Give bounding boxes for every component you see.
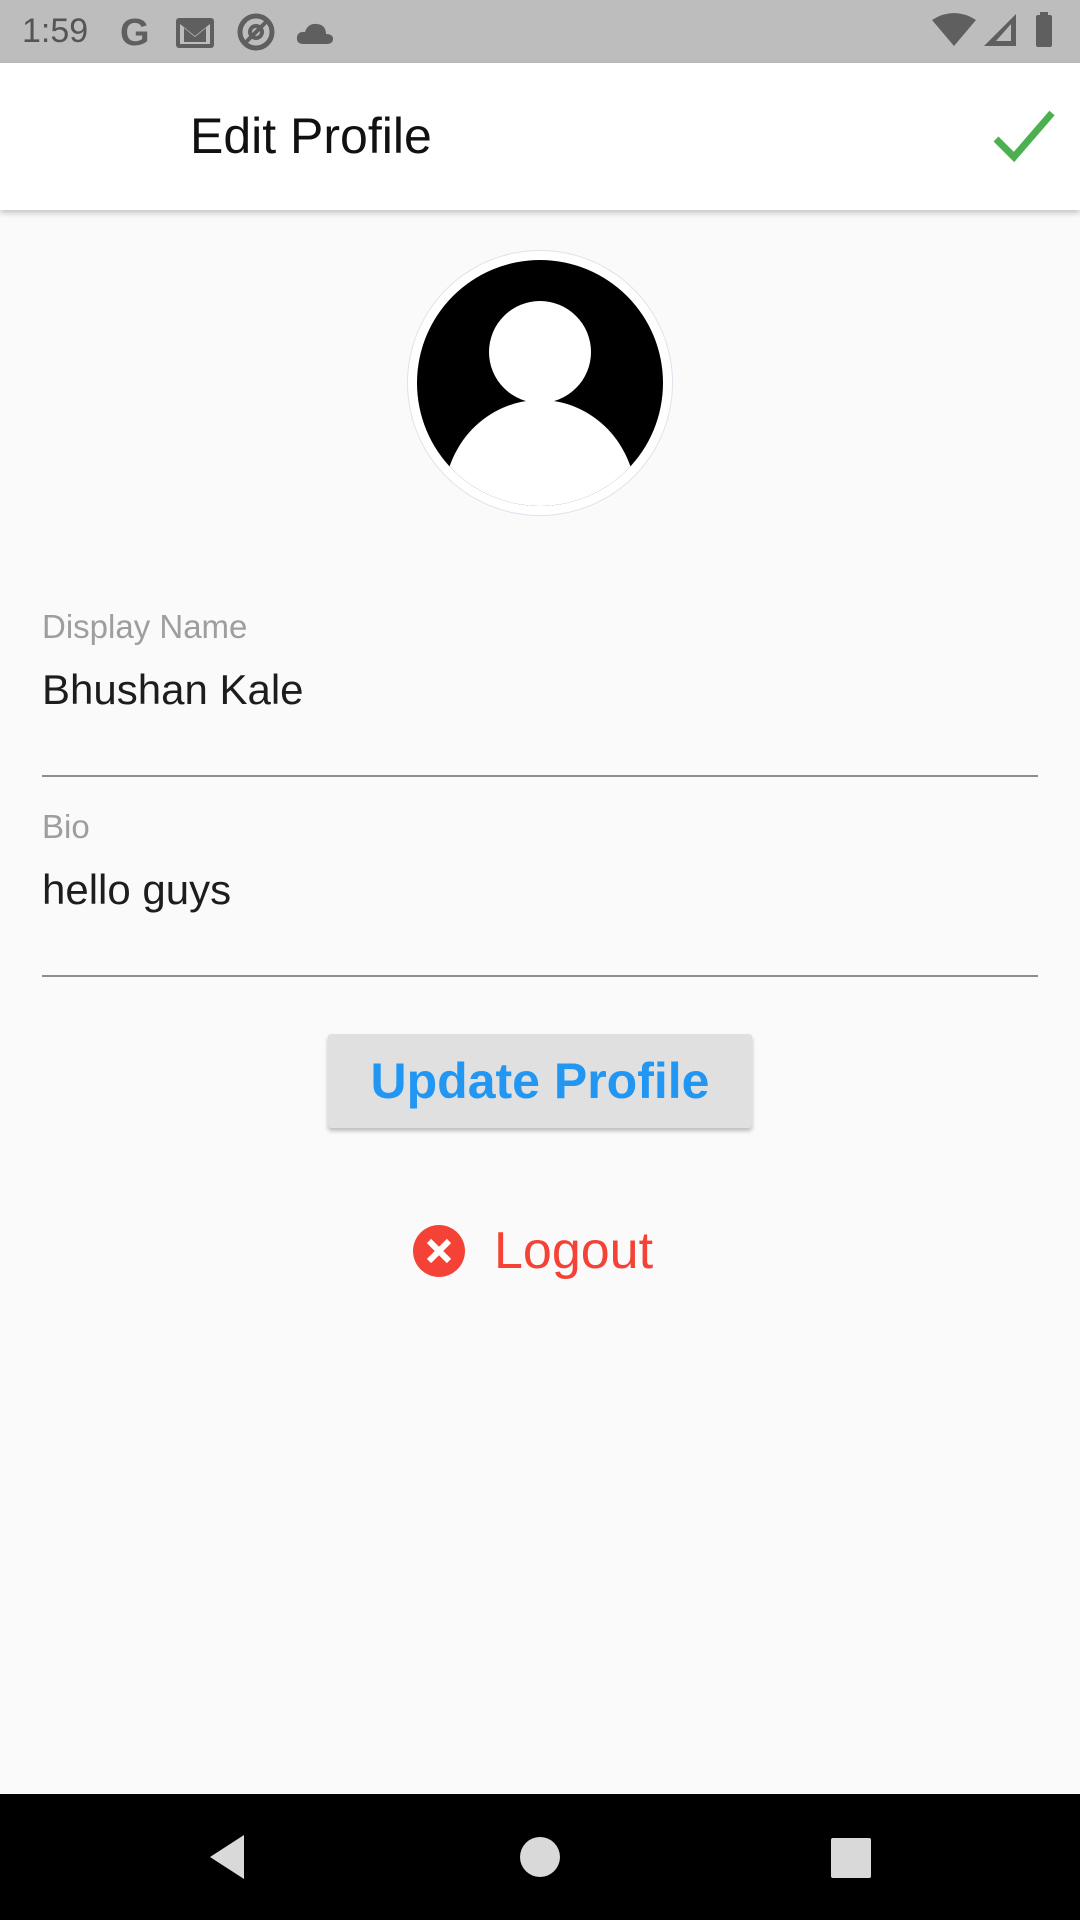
status-bar: 1:59 G [0,0,1080,63]
wifi-icon [932,13,976,46]
bio-input[interactable] [42,866,1038,914]
update-profile-button[interactable]: Update Profile [328,1034,752,1128]
nav-back-button[interactable] [204,1827,264,1887]
display-name-label: Display Name [42,608,248,645]
recents-icon [831,1838,871,1878]
cancel-circle-icon [413,1225,465,1277]
app-bar: Edit Profile [0,63,1080,210]
google-icon: G [120,12,150,52]
status-time: 1:59 [22,12,89,50]
status-notification-icons: G [120,12,333,52]
page-title: Edit Profile [190,108,432,164]
battery-icon [1036,12,1052,47]
edit-profile-screen: 1:59 G Edit Profile Display Name Bhushan… [0,0,1080,1920]
at-sign-icon [237,13,275,51]
nav-home-button[interactable] [510,1827,570,1887]
logout-label: Logout [494,1222,654,1280]
bio-underline [42,975,1038,977]
bio-label: Bio [42,808,90,845]
nav-recents-button[interactable] [820,1827,880,1887]
display-name-input[interactable] [42,666,1038,714]
signal-icon [984,14,1016,46]
person-avatar-icon [417,260,663,506]
svg-text:G: G [120,12,150,52]
home-icon [520,1837,560,1877]
save-check-button[interactable] [988,101,1058,171]
back-icon [210,1835,244,1879]
status-system-icons [932,12,1052,47]
gmail-icon [176,18,214,48]
cloud-icon [296,23,333,44]
display-name-underline [42,775,1038,777]
system-nav-bar [0,1794,1080,1920]
profile-avatar[interactable] [408,251,672,515]
display-name-field[interactable]: Display Name [42,608,1038,778]
bio-field[interactable]: Bio [42,808,1038,978]
check-icon [993,110,1055,163]
